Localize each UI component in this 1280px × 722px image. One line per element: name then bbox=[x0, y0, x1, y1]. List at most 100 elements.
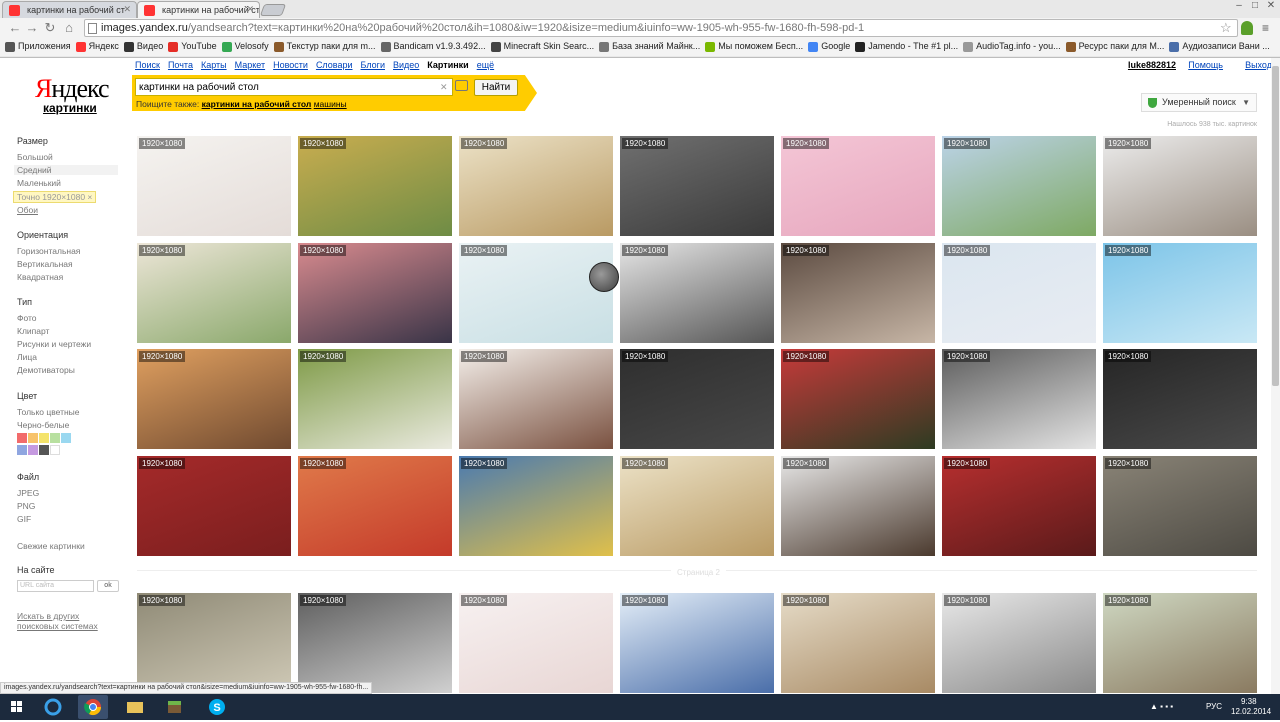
image-result[interactable]: 1920×1080 bbox=[459, 243, 613, 343]
close-tab-icon[interactable]: ✕ bbox=[123, 4, 131, 15]
color-swatch[interactable] bbox=[17, 445, 27, 455]
camera-search-icon[interactable] bbox=[455, 80, 468, 91]
orientation-horizontal[interactable]: Горизонтальная bbox=[17, 246, 80, 256]
home-icon[interactable]: ⌂ bbox=[60, 19, 78, 37]
image-result[interactable]: 1920×1080 bbox=[781, 349, 935, 449]
image-result[interactable]: 1920×1080 bbox=[942, 593, 1096, 693]
size-exact-chip[interactable]: Точно 1920×1080 × bbox=[13, 191, 97, 203]
bookmark-item[interactable]: Приложения bbox=[5, 39, 71, 54]
safe-search-dropdown[interactable]: Умеренный поиск ▼ bbox=[1141, 93, 1257, 112]
new-tab-button[interactable] bbox=[259, 4, 287, 16]
clock-time[interactable]: 9:38 bbox=[1241, 697, 1257, 706]
reload-icon[interactable]: ↻ bbox=[41, 19, 59, 37]
file-png[interactable]: PNG bbox=[17, 501, 35, 511]
color-swatch[interactable] bbox=[61, 433, 71, 443]
site-url-input[interactable]: URL сайта bbox=[17, 580, 94, 592]
bookmark-item[interactable]: Ресурс паки для M... bbox=[1065, 39, 1164, 54]
address-bar[interactable]: images.yandex.ru/yandsearch?text=картинк… bbox=[84, 19, 1238, 37]
image-result[interactable]: 1920×1080 bbox=[459, 456, 613, 556]
close-tab-icon[interactable]: ✕ bbox=[246, 4, 254, 15]
bookmark-item[interactable]: Яндекс bbox=[75, 39, 119, 54]
minimize-icon[interactable]: – bbox=[1232, 0, 1246, 16]
image-result[interactable]: 1920×1080 bbox=[298, 456, 452, 556]
image-result[interactable]: 1920×1080 bbox=[620, 349, 774, 449]
site-ok-button[interactable]: ok bbox=[97, 580, 119, 592]
explorer-taskbar-icon[interactable] bbox=[120, 695, 150, 719]
color-swatch[interactable] bbox=[39, 433, 49, 443]
size-large[interactable]: Большой bbox=[17, 152, 53, 162]
bookmark-star-icon[interactable]: ☆ bbox=[1220, 20, 1232, 36]
search-input[interactable] bbox=[135, 78, 453, 96]
service-link[interactable]: Картинки bbox=[427, 60, 468, 70]
fresh-images-link[interactable]: Свежие картинки bbox=[17, 541, 85, 551]
orientation-vertical[interactable]: Вертикальная bbox=[17, 259, 73, 269]
minecraft-taskbar-icon[interactable] bbox=[160, 695, 190, 719]
color-swatch[interactable] bbox=[28, 433, 38, 443]
service-link[interactable]: Блоги bbox=[361, 60, 385, 70]
image-result[interactable]: 1920×1080 bbox=[137, 593, 291, 693]
bookmark-item[interactable]: YouTube bbox=[168, 39, 217, 54]
image-result[interactable]: 1920×1080 bbox=[1103, 349, 1257, 449]
type-demotivators[interactable]: Демотиваторы bbox=[17, 365, 75, 375]
color-swatch[interactable] bbox=[50, 433, 60, 443]
service-link[interactable]: Новости bbox=[273, 60, 308, 70]
file-gif[interactable]: GIF bbox=[17, 514, 31, 524]
bookmark-item[interactable]: AudioTag.info - you... bbox=[963, 39, 1061, 54]
service-link[interactable]: Видео bbox=[393, 60, 419, 70]
type-photo[interactable]: Фото bbox=[17, 313, 37, 323]
image-result[interactable]: 1920×1080 bbox=[298, 136, 452, 236]
type-clipart[interactable]: Клипарт bbox=[17, 326, 49, 336]
image-result[interactable]: 1920×1080 bbox=[781, 593, 935, 693]
start-button[interactable] bbox=[2, 695, 32, 719]
image-result[interactable]: 1920×1080 bbox=[137, 136, 291, 236]
maximize-icon[interactable]: □ bbox=[1248, 0, 1262, 16]
color-bw[interactable]: Черно-белые bbox=[17, 420, 69, 430]
yandex-logo[interactable]: Яндекс bbox=[35, 74, 110, 104]
image-result[interactable]: 1920×1080 bbox=[137, 243, 291, 343]
page-scrollbar[interactable] bbox=[1271, 58, 1280, 694]
chrome-menu-icon[interactable]: ≡ bbox=[1262, 21, 1269, 35]
image-result[interactable]: 1920×1080 bbox=[459, 136, 613, 236]
color-swatch[interactable] bbox=[50, 445, 60, 455]
tab-1[interactable]: картинки на рабочий ст ✕ bbox=[2, 1, 137, 18]
username-link[interactable]: luke882812 bbox=[1128, 60, 1176, 70]
color-only[interactable]: Только цветные bbox=[17, 407, 80, 417]
color-swatch[interactable] bbox=[28, 445, 38, 455]
image-result[interactable]: 1920×1080 bbox=[298, 349, 452, 449]
image-result[interactable]: 1920×1080 bbox=[137, 456, 291, 556]
bookmark-item[interactable]: Текстур паки для m... bbox=[273, 39, 376, 54]
image-result[interactable]: 1920×1080 bbox=[1103, 456, 1257, 556]
image-result[interactable]: 1920×1080 bbox=[781, 243, 935, 343]
image-result[interactable]: 1920×1080 bbox=[620, 456, 774, 556]
try-also-bold-link[interactable]: картинки на рабочий стол bbox=[202, 99, 312, 109]
service-link[interactable]: Карты bbox=[201, 60, 227, 70]
bookmark-item[interactable]: Velosofy bbox=[221, 39, 269, 54]
size-small[interactable]: Маленький bbox=[17, 178, 61, 188]
image-result[interactable]: 1920×1080 bbox=[942, 243, 1096, 343]
image-result[interactable]: 1920×1080 bbox=[1103, 593, 1257, 693]
bookmark-item[interactable]: Видео bbox=[123, 39, 163, 54]
image-result[interactable]: 1920×1080 bbox=[620, 136, 774, 236]
scrollbar-thumb[interactable] bbox=[1272, 66, 1279, 386]
image-result[interactable]: 1920×1080 bbox=[942, 456, 1096, 556]
image-result[interactable]: 1920×1080 bbox=[459, 349, 613, 449]
bookmark-item[interactable]: Jamendo - The #1 pl... bbox=[855, 39, 958, 54]
forward-icon[interactable]: → bbox=[23, 19, 41, 37]
other-engines-link[interactable]: Искать в других поисковых системах bbox=[17, 611, 105, 631]
color-swatch[interactable] bbox=[17, 433, 27, 443]
image-result[interactable]: 1920×1080 bbox=[942, 349, 1096, 449]
image-result[interactable]: 1920×1080 bbox=[620, 593, 774, 693]
image-result[interactable]: 1920×1080 bbox=[298, 593, 452, 693]
back-icon[interactable]: ← bbox=[6, 19, 24, 37]
size-medium[interactable]: Средний bbox=[14, 165, 118, 175]
bookmark-item[interactable]: Bandicam v1.9.3.492... bbox=[380, 39, 486, 54]
image-result[interactable]: 1920×1080 bbox=[1103, 136, 1257, 236]
language-indicator[interactable]: РУС bbox=[1206, 702, 1222, 711]
tray-icons[interactable]: ▲ ▪ ▪ ▪ bbox=[1150, 702, 1173, 711]
try-also-link[interactable]: машины bbox=[314, 99, 347, 109]
tab-2[interactable]: картинки на рабочий ст ✕ bbox=[137, 1, 260, 18]
clear-search-icon[interactable]: ✕ bbox=[440, 82, 448, 93]
skype-taskbar-icon[interactable]: S bbox=[202, 695, 232, 719]
find-button[interactable]: Найти bbox=[474, 79, 518, 96]
help-link[interactable]: Помощь bbox=[1188, 60, 1223, 70]
